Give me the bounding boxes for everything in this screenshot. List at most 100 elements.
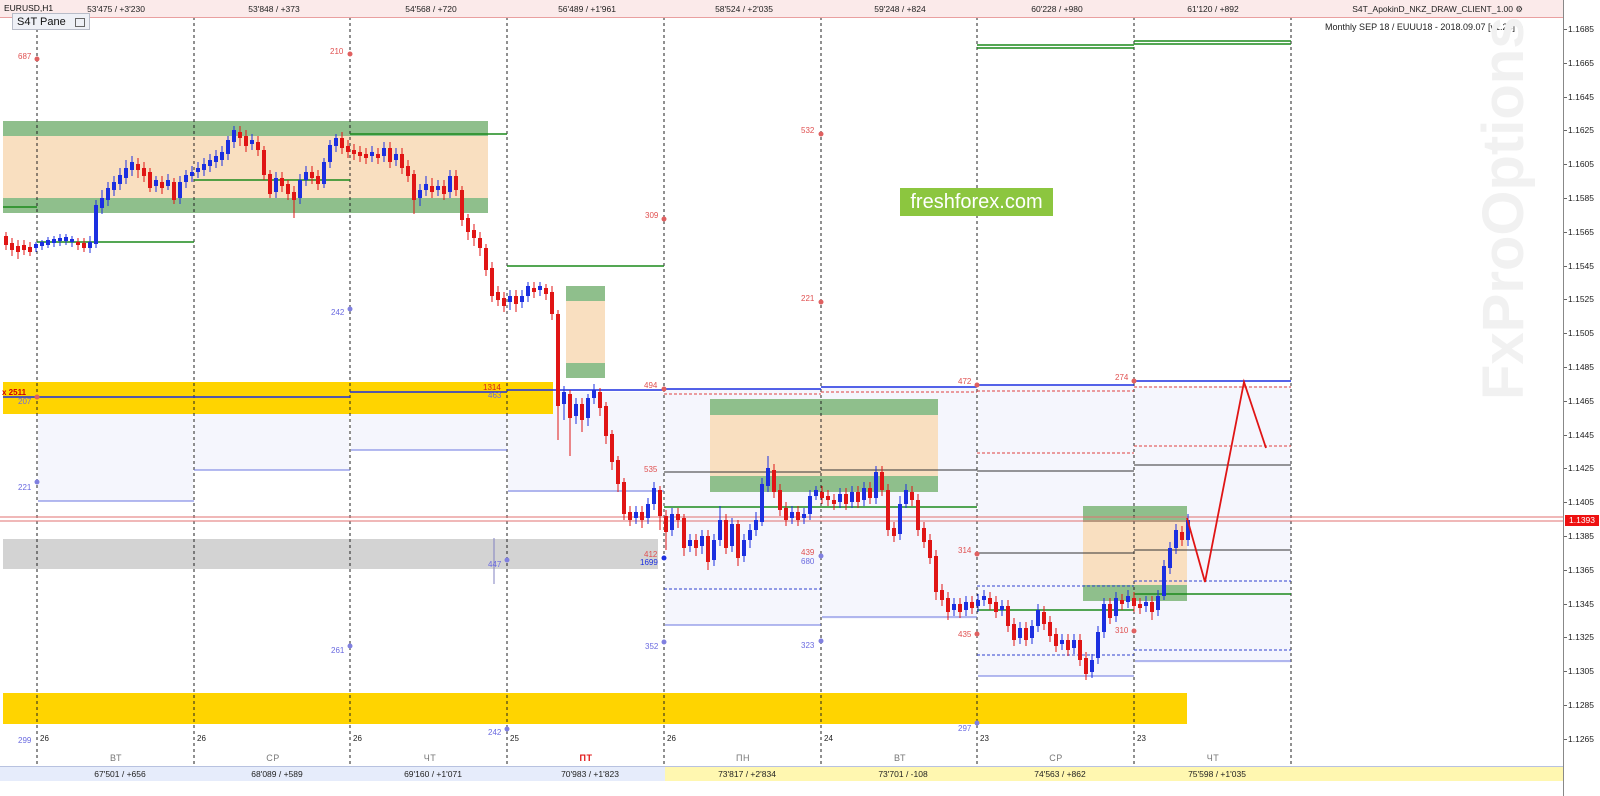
candle-body — [784, 508, 788, 520]
level-dot — [974, 382, 980, 388]
price-tick-label: 1.1445 — [1568, 429, 1594, 440]
top-stat: 60'228 / +980 — [1031, 4, 1083, 14]
candle-body — [562, 392, 566, 404]
candle-body — [958, 604, 962, 612]
level-dot — [347, 306, 353, 312]
candle-body — [1102, 604, 1106, 632]
candle-body — [556, 314, 560, 406]
client-name: S4T_ApokinD_NKZ_DRAW_CLIENT_1.00 — [1352, 4, 1513, 14]
candle-body — [742, 540, 746, 556]
level-label: 435 — [958, 630, 972, 639]
candle-body — [772, 470, 776, 492]
candle-body — [652, 488, 656, 504]
settings-icon[interactable]: ⚙ — [1515, 4, 1523, 14]
symbol-label: EURUSD,H1 — [4, 3, 54, 13]
candle-body — [412, 174, 416, 200]
candle-body — [232, 130, 236, 142]
candle-body — [670, 514, 674, 530]
candle-body — [52, 239, 56, 243]
price-tick-mark — [1564, 434, 1567, 436]
candle-body — [1042, 612, 1046, 624]
level-label: 274 — [1115, 373, 1129, 382]
candle-body — [394, 154, 398, 160]
candle-body — [514, 296, 518, 304]
price-tick-mark — [1564, 536, 1567, 537]
candle-body — [730, 524, 734, 546]
candle-body — [796, 512, 800, 520]
candle-body — [916, 500, 920, 530]
candle-body — [766, 468, 770, 486]
candle-body — [622, 482, 626, 514]
candle-body — [244, 136, 248, 146]
restore-icon[interactable] — [75, 18, 85, 27]
candle-body — [586, 398, 590, 418]
candle-body — [874, 472, 878, 498]
price-chart[interactable] — [0, 0, 1563, 796]
price-tick-label: 1.1285 — [1568, 700, 1594, 710]
candle-body — [568, 394, 572, 418]
bottom-stat: 75'598 / +1'035 — [1188, 769, 1246, 779]
level-dot — [818, 299, 824, 305]
candle-body — [502, 298, 506, 306]
chart-area[interactable]: EURUSD,H1 53'475 / +3'230 53'848 / +373 … — [0, 0, 1563, 796]
candle-body — [724, 520, 728, 548]
candle-body — [490, 268, 494, 296]
gray-zone — [3, 539, 658, 569]
candle-body — [328, 145, 332, 162]
level-box — [38, 399, 193, 501]
price-tick-label: 1.1525 — [1568, 294, 1594, 305]
candle-body — [442, 186, 446, 194]
level-dot — [34, 56, 40, 62]
candle-body — [196, 168, 200, 172]
level-label: 207 — [18, 397, 32, 406]
candle-body — [718, 520, 722, 540]
pane-tab[interactable]: S4T Pane — [12, 13, 90, 30]
level-dot — [504, 726, 510, 732]
candle-body — [22, 245, 26, 250]
bottom-stats-strip: 67'501 / +656 68'089 / +589 69'160 / +1'… — [0, 766, 1563, 781]
price-tick-label: 1.1685 — [1568, 24, 1594, 34]
bottom-stat: 70'983 / +1'823 — [561, 769, 619, 779]
candle-body — [1030, 626, 1034, 638]
candle-body — [1048, 622, 1052, 636]
candle-body — [826, 496, 830, 500]
candle-body — [292, 192, 296, 200]
candle-body — [76, 242, 80, 245]
day-number: 25 — [510, 734, 519, 743]
price-tick-label: 1.1565 — [1568, 226, 1594, 237]
level-dot — [1131, 378, 1137, 384]
candle-body — [850, 492, 854, 502]
level-label: 242 — [331, 308, 345, 317]
candle-body — [580, 404, 584, 420]
candle-body — [1162, 566, 1166, 596]
candle-body — [406, 166, 410, 176]
supply-zone-top-band — [710, 399, 938, 415]
candle-body — [352, 150, 356, 154]
candle-body — [94, 205, 98, 244]
top-stat: 56'489 / +1'961 — [558, 4, 616, 14]
candle-body — [496, 292, 500, 300]
price-axis[interactable]: 1.1393 1.1685 1.1665 1.1645 1.1625 1.1605 1.1… — [1563, 0, 1600, 796]
candle-body — [862, 488, 866, 500]
highlight-band — [665, 767, 1563, 781]
candle-body — [988, 598, 992, 604]
candle-body — [898, 504, 902, 534]
candle-body — [778, 490, 782, 510]
price-tick-label: 1.1265 — [1568, 733, 1594, 744]
candle-body — [1156, 596, 1160, 610]
day-number: 26 — [353, 734, 362, 743]
candle-body — [256, 142, 260, 150]
candle-body — [286, 184, 290, 194]
level-label: 472 — [958, 377, 972, 386]
candle-body — [226, 140, 230, 154]
candle-body — [106, 188, 110, 200]
bottom-stat: 67'501 / +656 — [94, 769, 146, 779]
price-tick-label: 1.1625 — [1568, 125, 1594, 136]
candle-body — [316, 176, 320, 184]
price-tick-mark — [1564, 603, 1567, 605]
candle-body — [1108, 604, 1112, 618]
candle-body — [682, 518, 686, 548]
price-tick-mark — [1564, 738, 1567, 740]
candle-body — [832, 500, 836, 504]
candle-body — [370, 152, 374, 156]
